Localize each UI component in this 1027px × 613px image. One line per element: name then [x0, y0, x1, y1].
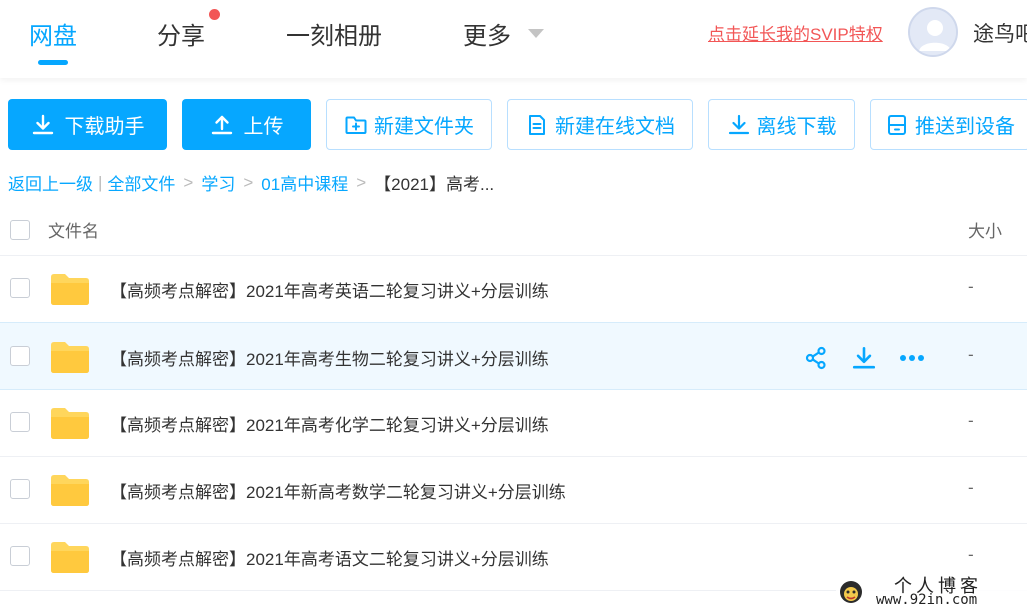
select-all-checkbox[interactable] [10, 220, 30, 240]
nav-tab-more[interactable]: 更多 [463, 16, 511, 51]
more-icon[interactable] [899, 354, 925, 362]
file-row[interactable]: 【高频考点解密】2021年高考生物二轮复习讲义+分层训练 - [0, 322, 1027, 390]
row-checkbox[interactable] [10, 479, 30, 499]
watermark-url: www.92in.com [876, 592, 978, 608]
column-header-size[interactable]: 大小 [968, 217, 1002, 242]
row-checkbox[interactable] [10, 546, 30, 566]
svip-renew-link[interactable]: 点击延长我的SVIP特权 [708, 20, 883, 45]
offline-download-label: 离线下载 [756, 116, 837, 138]
folder-icon [51, 274, 89, 305]
breadcrumb: 返回上一级 | 全部文件 > 学习 > 01高中课程 > 【2021】高考... [8, 170, 494, 195]
document-icon [525, 113, 549, 137]
upload-button[interactable]: 上传 [182, 99, 311, 150]
file-size: - [968, 411, 974, 430]
column-header-name[interactable]: 文件名 [48, 217, 99, 242]
user-avatar-icon[interactable] [908, 7, 958, 57]
back-link[interactable]: 返回上一级 [8, 170, 93, 195]
file-size: - [968, 478, 974, 497]
upload-icon [210, 113, 234, 137]
new-folder-button[interactable]: 新建文件夹 [326, 99, 492, 150]
share-icon[interactable] [804, 346, 828, 370]
breadcrumb-divider: | [98, 172, 103, 192]
download-icon [31, 113, 55, 137]
row-checkbox[interactable] [10, 412, 30, 432]
file-name[interactable]: 【高频考点解密】2021年高考语文二轮复习讲义+分层训练 [110, 545, 549, 570]
file-size: - [968, 277, 974, 296]
breadcrumb-separator: > [356, 172, 367, 192]
folder-icon [51, 542, 89, 573]
push-to-device-label: 推送到设备 [915, 116, 1015, 138]
notification-dot [209, 9, 220, 20]
folder-plus-icon [344, 113, 368, 137]
download-assistant-label: 下载助手 [64, 116, 145, 138]
new-online-doc-button[interactable]: 新建在线文档 [507, 99, 693, 150]
top-nav: 网盘 分享 一刻相册 更多 点击延长我的SVIP特权 途鸟吧 [0, 0, 1027, 78]
device-icon [885, 113, 909, 137]
push-to-device-button[interactable]: 推送到设备 [870, 99, 1027, 150]
row-checkbox[interactable] [10, 346, 30, 366]
nav-tab-album[interactable]: 一刻相册 [286, 16, 382, 51]
file-size: - [968, 345, 974, 364]
breadcrumb-highschool[interactable]: 01高中课程 [261, 170, 348, 195]
file-name[interactable]: 【高频考点解密】2021年新高考数学二轮复习讲义+分层训练 [110, 478, 566, 503]
upload-label: 上传 [243, 116, 284, 138]
download-icon[interactable] [851, 345, 877, 371]
breadcrumb-current: 【2021】高考... [374, 175, 495, 194]
new-online-doc-label: 新建在线文档 [555, 116, 675, 138]
file-row[interactable]: 【高频考点解密】2021年高考英语二轮复习讲义+分层训练 - [0, 256, 1027, 323]
file-list-header: 文件名 大小 [0, 204, 1027, 256]
offline-download-button[interactable]: 离线下载 [708, 99, 855, 150]
folder-icon [51, 342, 89, 373]
breadcrumb-study[interactable]: 学习 [201, 170, 235, 195]
row-checkbox[interactable] [10, 278, 30, 298]
folder-icon [51, 475, 89, 506]
nav-tab-share[interactable]: 分享 [157, 16, 205, 51]
file-size: - [968, 545, 974, 564]
file-name[interactable]: 【高频考点解密】2021年高考英语二轮复习讲义+分层训练 [110, 277, 549, 302]
new-folder-label: 新建文件夹 [374, 116, 474, 138]
file-name[interactable]: 【高频考点解密】2021年高考化学二轮复习讲义+分层训练 [110, 411, 549, 436]
folder-icon [51, 408, 89, 439]
chevron-down-icon[interactable] [528, 29, 544, 38]
file-row[interactable]: 【高频考点解密】2021年新高考数学二轮复习讲义+分层训练 - [0, 457, 1027, 524]
username[interactable]: 途鸟吧 [973, 18, 1027, 48]
active-tab-indicator [38, 60, 68, 65]
breadcrumb-separator: > [243, 172, 254, 192]
breadcrumb-all-files[interactable]: 全部文件 [107, 170, 175, 195]
file-name[interactable]: 【高频考点解密】2021年高考生物二轮复习讲义+分层训练 [110, 345, 549, 370]
file-row[interactable]: 【高频考点解密】2021年高考化学二轮复习讲义+分层训练 - [0, 390, 1027, 457]
download-icon [727, 113, 751, 137]
breadcrumb-separator: > [183, 172, 194, 192]
nav-tab-netdisk[interactable]: 网盘 [29, 16, 77, 51]
download-assistant-button[interactable]: 下载助手 [8, 99, 167, 150]
